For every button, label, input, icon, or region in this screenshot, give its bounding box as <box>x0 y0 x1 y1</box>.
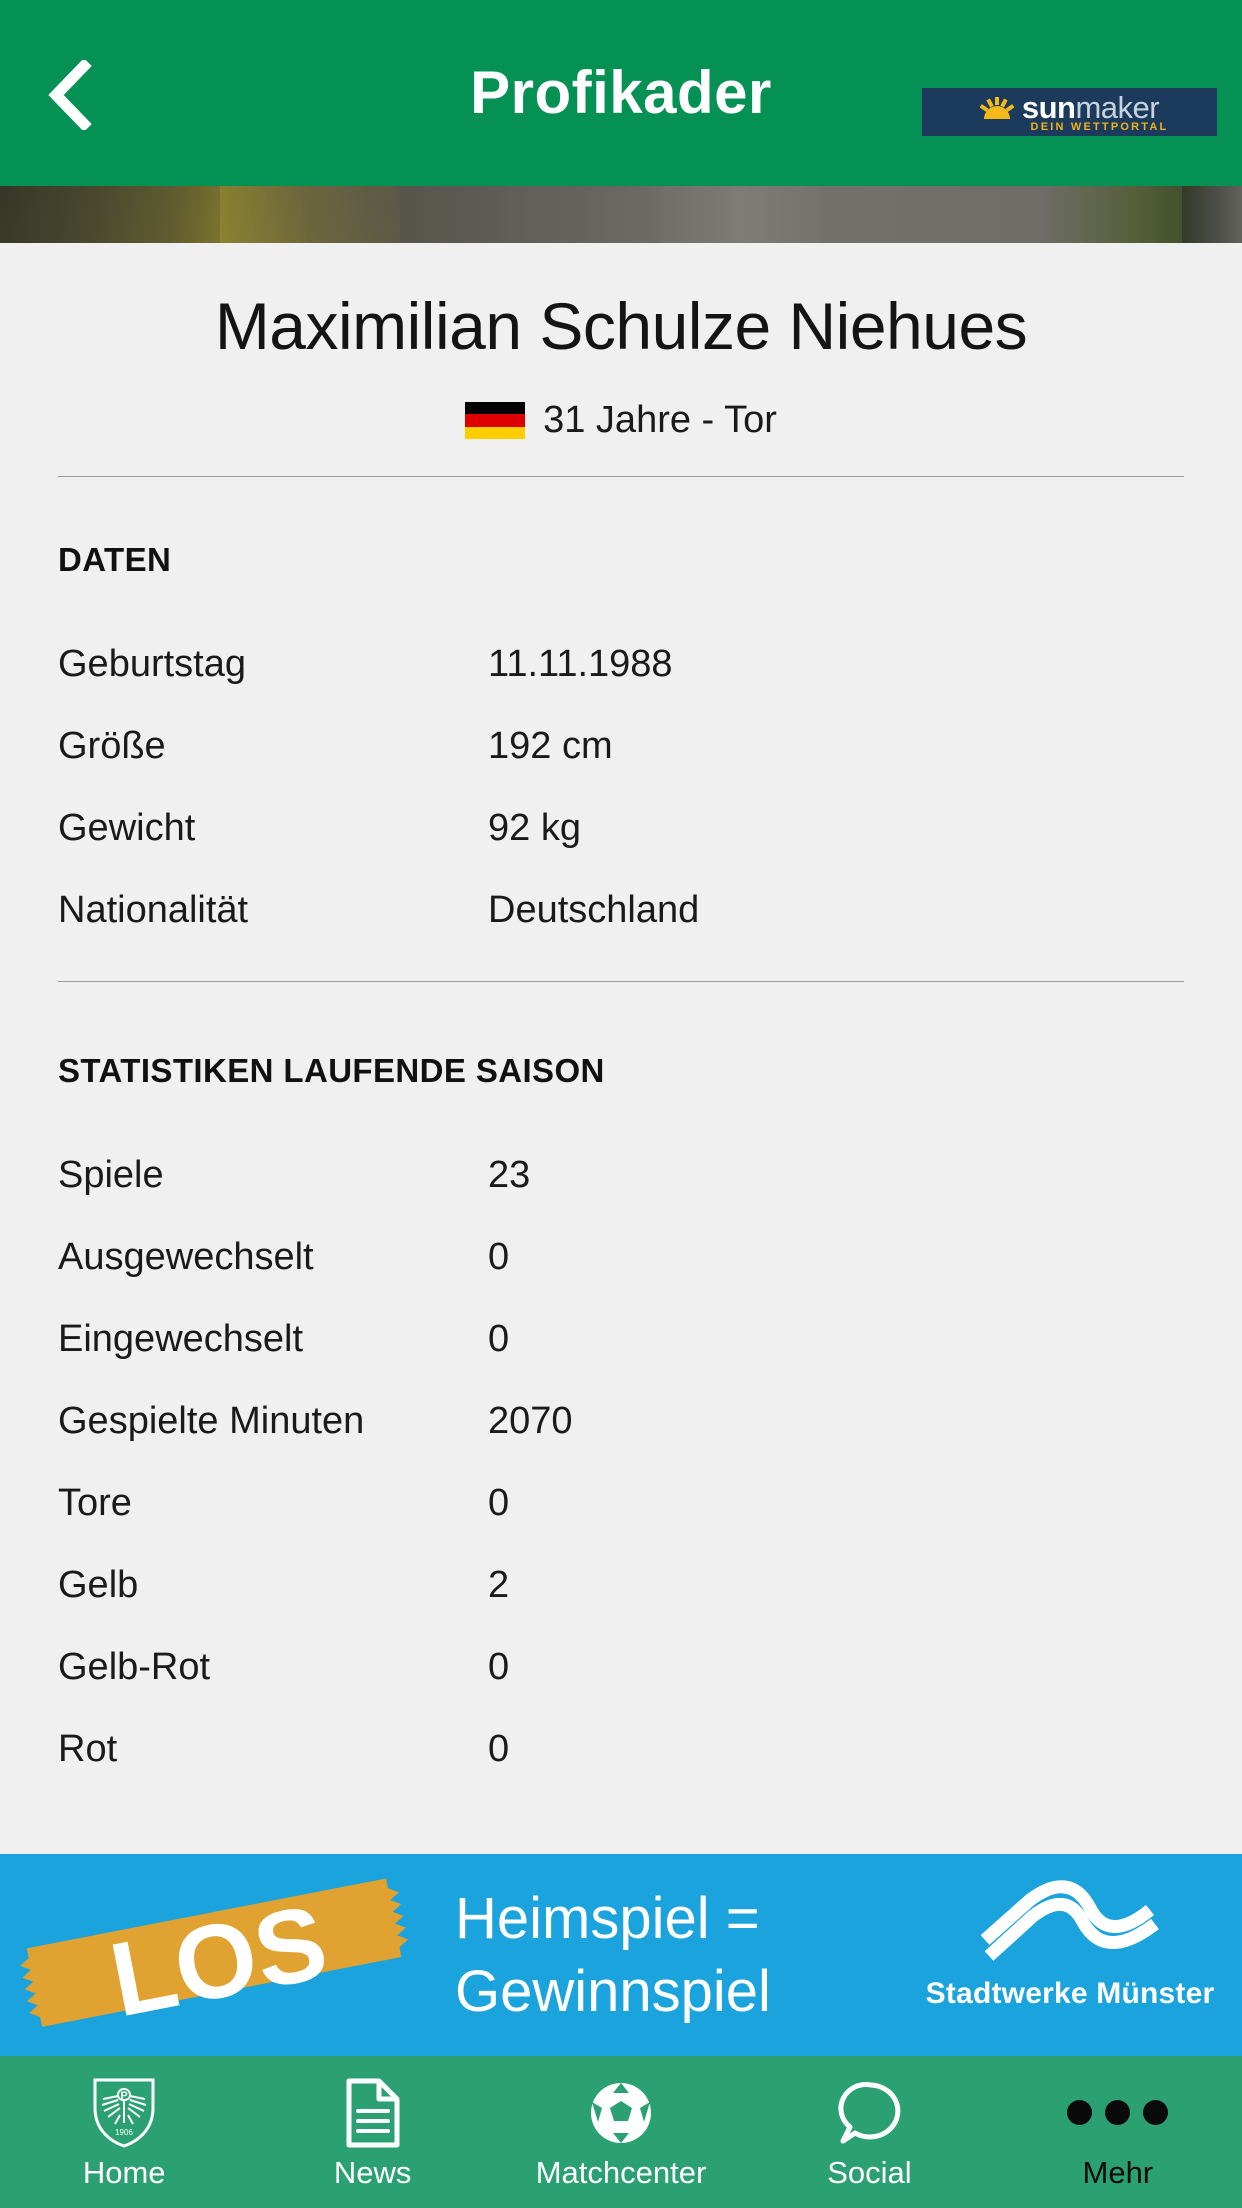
app-header: Profikader sunmaker DEIN WETTPORTAL <box>0 0 1242 186</box>
sponsor-name-light: maker <box>1075 89 1160 125</box>
row-label: Gewicht <box>58 806 196 849</box>
table-row: Spiele 23 <box>0 1134 1242 1216</box>
table-row: Tore 0 <box>0 1462 1242 1544</box>
svg-text:P: P <box>121 2090 128 2102</box>
advertisement-banner[interactable]: LOS Heimspiel = Gewinnspiel Stadtwerke M… <box>0 1854 1242 2056</box>
nav-item-social[interactable]: Social <box>745 2056 993 2208</box>
statistiken-rows: Spiele 23 Ausgewechselt 0 Eingewechselt … <box>0 1134 1242 1790</box>
table-row: Gespielte Minuten 2070 <box>0 1380 1242 1462</box>
row-value: 0 <box>488 1727 510 1770</box>
nav-item-news[interactable]: News <box>248 2056 496 2208</box>
table-row: Gelb 2 <box>0 1544 1242 1626</box>
ad-headline: Heimspiel = Gewinnspiel <box>455 1882 771 2028</box>
row-label: Spiele <box>58 1153 164 1196</box>
nav-item-mehr[interactable]: Mehr <box>994 2056 1242 2208</box>
row-label: Tore <box>58 1481 132 1524</box>
row-value: 0 <box>488 1235 510 1278</box>
row-label: Eingewechselt <box>58 1317 304 1360</box>
nav-label-matchcenter: Matchcenter <box>535 2154 707 2190</box>
section-title-daten: DATEN <box>58 541 172 578</box>
player-detail-content: Maximilian Schulze Niehues 31 Jahre - To… <box>0 243 1242 1854</box>
row-label: Gespielte Minuten <box>58 1399 365 1442</box>
row-label: Geburtstag <box>58 642 246 685</box>
nav-label-home: Home <box>82 2154 166 2190</box>
row-label: Rot <box>58 1727 118 1770</box>
section-title-statistiken: STATISTIKEN LAUFENDE SAISON <box>58 1052 605 1089</box>
table-row: Eingewechselt 0 <box>0 1298 1242 1380</box>
divider-middle <box>58 981 1184 982</box>
table-row: Ausgewechselt 0 <box>0 1216 1242 1298</box>
row-value: 192 cm <box>488 724 613 767</box>
table-row: Gewicht 92 kg <box>0 787 1242 869</box>
row-value: 2 <box>488 1563 510 1606</box>
divider-top <box>58 476 1184 477</box>
row-value: 92 kg <box>488 806 581 849</box>
row-value: 0 <box>488 1645 510 1688</box>
stadtwerke-logo: Stadtwerke Münster <box>920 1878 1220 2033</box>
nav-item-home[interactable]: 1906 P Home <box>0 2056 248 2208</box>
club-crest-icon: 1906 P <box>91 2077 157 2149</box>
nav-label-mehr: Mehr <box>1082 2154 1154 2190</box>
soccer-ball-icon <box>586 2077 656 2149</box>
svg-text:1906: 1906 <box>115 2128 133 2137</box>
stadtwerke-brand-text: Stadtwerke Münster <box>925 1977 1215 2010</box>
row-value: Deutschland <box>488 888 700 931</box>
germany-flag-icon <box>465 401 526 440</box>
nav-label-news: News <box>333 2154 412 2190</box>
table-row: Gelb-Rot 0 <box>0 1626 1242 1708</box>
ad-line-1: Heimspiel = <box>455 1886 760 1951</box>
sponsor-tagline: DEIN WETTPORTAL <box>1030 121 1169 134</box>
row-value: 0 <box>488 1481 510 1524</box>
more-dots-icon <box>1067 2077 1169 2149</box>
speech-bubble-icon <box>833 2077 905 2149</box>
player-meta-row: 31 Jahre - Tor <box>0 399 1242 442</box>
row-label: Gelb <box>58 1563 139 1606</box>
player-age-position: 31 Jahre - Tor <box>543 399 777 441</box>
daten-rows: Geburtstag 11.11.1988 Größe 192 cm Gewic… <box>0 623 1242 951</box>
row-value: 23 <box>488 1153 531 1196</box>
stadtwerke-mark-icon <box>975 1878 1165 1973</box>
row-value: 2070 <box>488 1399 573 1442</box>
table-row: Größe 192 cm <box>0 705 1242 787</box>
nav-label-social: Social <box>827 2154 912 2190</box>
player-name: Maximilian Schulze Niehues <box>214 289 1028 363</box>
hero-photo-strip <box>0 186 1242 243</box>
sponsor-banner-sunmaker[interactable]: sunmaker DEIN WETTPORTAL <box>922 88 1217 136</box>
table-row: Rot 0 <box>0 1708 1242 1790</box>
nav-item-matchcenter[interactable]: Matchcenter <box>497 2056 745 2208</box>
sun-icon <box>979 96 1015 119</box>
row-value: 11.11.1988 <box>488 642 673 685</box>
sponsor-name-bold: sun <box>1021 89 1076 125</box>
row-label: Gelb-Rot <box>58 1645 211 1688</box>
los-ticket-icon: LOS <box>18 1872 418 2042</box>
document-icon <box>343 2077 403 2149</box>
row-label: Größe <box>58 724 166 767</box>
svg-text:LOS: LOS <box>102 1883 336 2039</box>
row-label: Ausgewechselt <box>58 1235 314 1278</box>
row-value: 0 <box>488 1317 510 1360</box>
table-row: Geburtstag 11.11.1988 <box>0 623 1242 705</box>
row-label: Nationalität <box>58 888 249 931</box>
bottom-navigation-bar: 1906 P Home News Matchcenter Social Mehr <box>0 2056 1242 2208</box>
ad-line-2: Gewinnspiel <box>455 1959 771 2025</box>
table-row: Nationalität Deutschland <box>0 869 1242 951</box>
